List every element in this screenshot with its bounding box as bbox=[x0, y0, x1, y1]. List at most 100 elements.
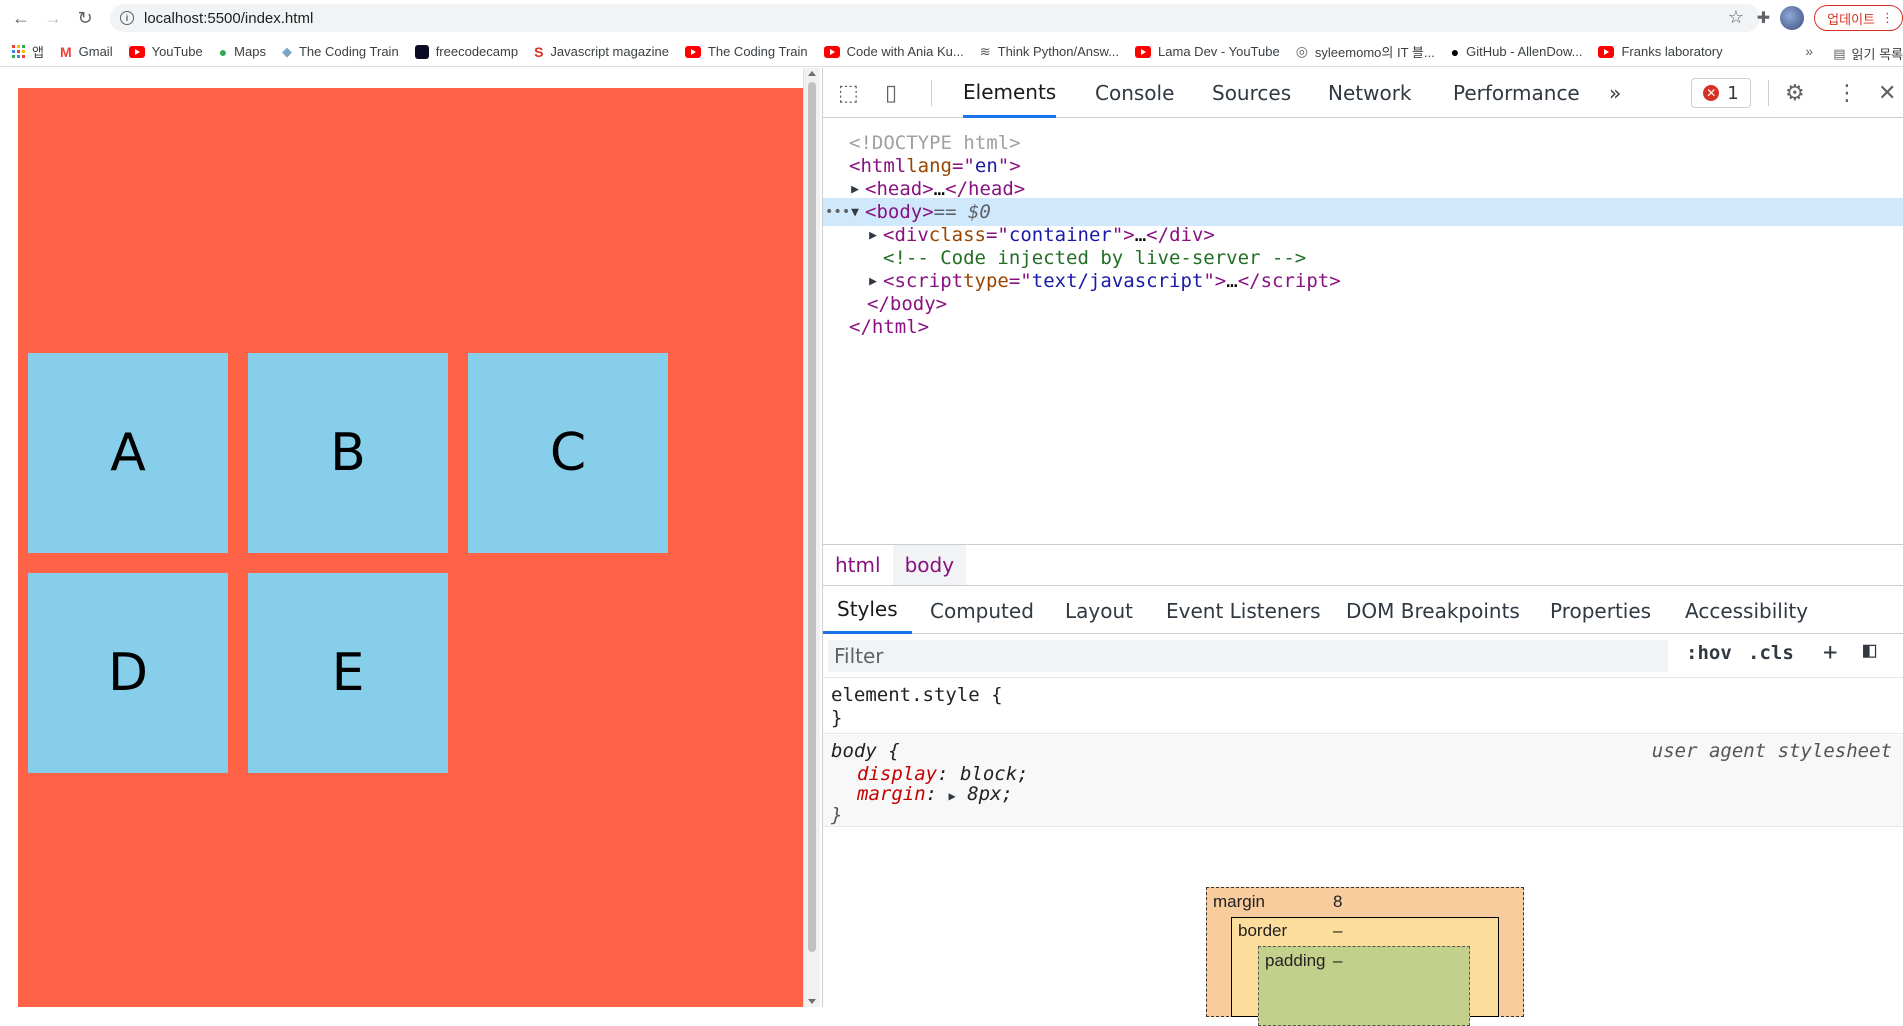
styles-subtab-bar: Styles Computed Layout Event Listeners D… bbox=[823, 587, 1903, 634]
expand-triangle-icon[interactable]: ▶ bbox=[863, 274, 883, 289]
device-toolbar-icon[interactable]: ▯ bbox=[885, 81, 897, 106]
bookmark-youtube[interactable]: YouTube bbox=[128, 44, 203, 59]
bookmark-syleemomo[interactable]: ◎ syleemomo의 IT 블... bbox=[1296, 42, 1435, 61]
head-close-tag: head bbox=[968, 178, 1014, 200]
bookmark-think-python[interactable]: ≋ Think Python/Answ... bbox=[980, 44, 1119, 60]
back-arrow-icon[interactable]: ← bbox=[9, 6, 33, 30]
lang-attr: lang bbox=[906, 155, 952, 177]
bookmark-label: syleemomo의 IT 블... bbox=[1314, 45, 1435, 60]
devtools-menu-icon[interactable]: ⋮ bbox=[1836, 81, 1858, 106]
bookmark-coding-train[interactable]: ◆ The Coding Train bbox=[282, 44, 399, 60]
extensions-icon[interactable]: ✚ bbox=[1757, 8, 1770, 28]
update-label: 업데이트 bbox=[1827, 11, 1875, 27]
tab-performance[interactable]: Performance bbox=[1453, 68, 1580, 118]
element-style-rule[interactable]: element.style { } bbox=[823, 679, 1903, 734]
subtab-accessibility[interactable]: Accessibility bbox=[1685, 587, 1808, 634]
bookmark-label: The Coding Train bbox=[298, 44, 399, 59]
site-info-icon[interactable]: i bbox=[120, 11, 134, 25]
more-tabs-icon[interactable]: » bbox=[1609, 68, 1621, 118]
bookmark-maps[interactable]: ● Maps bbox=[219, 44, 266, 60]
script-ellipsis: … bbox=[1226, 270, 1238, 292]
settings-gear-icon[interactable]: ⚙ bbox=[1785, 81, 1805, 106]
tab-elements[interactable]: Elements bbox=[963, 68, 1057, 118]
scroll-up-arrow-icon[interactable] bbox=[808, 71, 816, 76]
js-magazine-icon: S bbox=[534, 43, 544, 60]
maps-icon: ● bbox=[218, 43, 228, 60]
display-prop: display bbox=[857, 763, 938, 785]
expand-triangle-icon[interactable]: ▶ bbox=[863, 228, 883, 243]
bookmark-label: YouTube bbox=[151, 44, 203, 59]
bookmark-gmail[interactable]: M Gmail bbox=[60, 44, 113, 60]
node-actions-icon[interactable]: ••• bbox=[825, 204, 850, 220]
breadcrumb-body[interactable]: body bbox=[892, 545, 967, 585]
cls-toggle[interactable]: .cls bbox=[1748, 642, 1794, 664]
bookmark-apps[interactable]: 앱 bbox=[12, 42, 44, 61]
bookmark-lama-dev[interactable]: Lama Dev - YouTube bbox=[1135, 44, 1280, 59]
forward-arrow-icon[interactable]: → bbox=[41, 6, 65, 30]
bookmark-star-icon[interactable]: ☆ bbox=[1728, 7, 1744, 28]
page-scrollbar[interactable] bbox=[803, 68, 820, 1007]
error-counter[interactable]: ✕ 1 bbox=[1691, 78, 1751, 108]
url-text[interactable]: localhost:5500/index.html bbox=[144, 10, 313, 27]
type-value: text/javascript bbox=[1031, 270, 1204, 292]
head-ellipsis: … bbox=[933, 178, 946, 200]
box-model-padding[interactable]: padding – bbox=[1258, 946, 1470, 1026]
bookmark-franks[interactable]: Franks laboratory bbox=[1598, 44, 1723, 59]
dom-html-close[interactable]: </html > bbox=[823, 313, 1903, 341]
tab-console[interactable]: Console bbox=[1095, 68, 1174, 118]
lang-value: en bbox=[974, 155, 998, 177]
collapse-triangle-icon[interactable]: ▼ bbox=[845, 205, 865, 220]
body-rule-close: } bbox=[831, 804, 843, 826]
div-tag: div bbox=[894, 224, 929, 246]
expand-triangle-icon[interactable]: ▶ bbox=[845, 182, 865, 197]
margin-value: 8px; bbox=[967, 783, 1013, 805]
bookmarks-overflow-icon[interactable]: » bbox=[1805, 43, 1813, 59]
box-d: D bbox=[28, 573, 228, 773]
subtab-properties[interactable]: Properties bbox=[1550, 587, 1651, 634]
hov-toggle[interactable]: :hov bbox=[1686, 642, 1732, 664]
bookmark-coding-train-yt[interactable]: The Coding Train bbox=[684, 44, 808, 59]
subtab-layout[interactable]: Layout bbox=[1065, 587, 1133, 634]
body-ua-rule[interactable]: body { user agent stylesheet display: bl… bbox=[823, 735, 1903, 827]
error-icon: ✕ bbox=[1703, 85, 1720, 101]
inspect-element-icon[interactable]: ⬚ bbox=[838, 81, 859, 106]
tab-network[interactable]: Network bbox=[1328, 68, 1412, 118]
error-count: 1 bbox=[1727, 82, 1739, 104]
subtab-dom-breakpoints[interactable]: DOM Breakpoints bbox=[1346, 587, 1520, 634]
scroll-thumb[interactable] bbox=[808, 82, 816, 952]
scroll-down-arrow-icon[interactable] bbox=[808, 999, 816, 1004]
reading-list-button[interactable]: ▤ 읽기 목록 bbox=[1825, 44, 1903, 63]
padding-top-value: – bbox=[1333, 951, 1343, 970]
script-close-tag: script bbox=[1260, 270, 1330, 292]
bookmark-label: GitHub - AllenDow... bbox=[1466, 44, 1583, 59]
class-value: container bbox=[1008, 224, 1112, 246]
body-tag: body bbox=[876, 201, 923, 223]
profile-avatar[interactable] bbox=[1780, 6, 1805, 30]
styles-filter-input[interactable] bbox=[828, 640, 1668, 672]
address-bar[interactable]: i localhost:5500/index.html ☆ bbox=[110, 4, 1760, 32]
subtab-event-listeners[interactable]: Event Listeners bbox=[1166, 587, 1321, 634]
close-devtools-icon[interactable]: ✕ bbox=[1878, 81, 1896, 106]
tab-sources[interactable]: Sources bbox=[1212, 68, 1291, 118]
tab-divider bbox=[931, 80, 932, 106]
bookmark-label: Javascript magazine bbox=[550, 44, 669, 59]
apps-icon bbox=[12, 45, 25, 58]
bookmark-ania[interactable]: Code with Ania Ku... bbox=[823, 44, 964, 59]
bookmark-label: Gmail bbox=[78, 44, 113, 59]
script-tag: script bbox=[894, 270, 964, 292]
subtab-computed[interactable]: Computed bbox=[930, 587, 1034, 634]
freecodecamp-icon bbox=[414, 44, 429, 59]
toggle-sidebar-icon[interactable]: ◧ bbox=[1863, 638, 1876, 663]
breadcrumb-html[interactable]: html bbox=[823, 545, 893, 585]
box-e: E bbox=[248, 573, 448, 773]
bookmark-github[interactable]: ● GitHub - AllenDow... bbox=[1451, 44, 1583, 60]
reload-icon[interactable]: ↻ bbox=[73, 6, 97, 30]
bookmark-freecodecamp[interactable]: freecodecamp bbox=[414, 44, 518, 59]
update-button[interactable]: 업데이트 ⋮ bbox=[1814, 5, 1903, 31]
subtab-styles[interactable]: Styles bbox=[823, 587, 912, 634]
bookmark-label: 앱 bbox=[32, 45, 44, 60]
bookmark-js-magazine[interactable]: S Javascript magazine bbox=[534, 44, 669, 60]
expand-shorthand-icon[interactable]: ▶ bbox=[949, 789, 956, 803]
new-style-rule-icon[interactable]: + bbox=[1823, 638, 1837, 666]
youtube-icon bbox=[684, 45, 701, 58]
